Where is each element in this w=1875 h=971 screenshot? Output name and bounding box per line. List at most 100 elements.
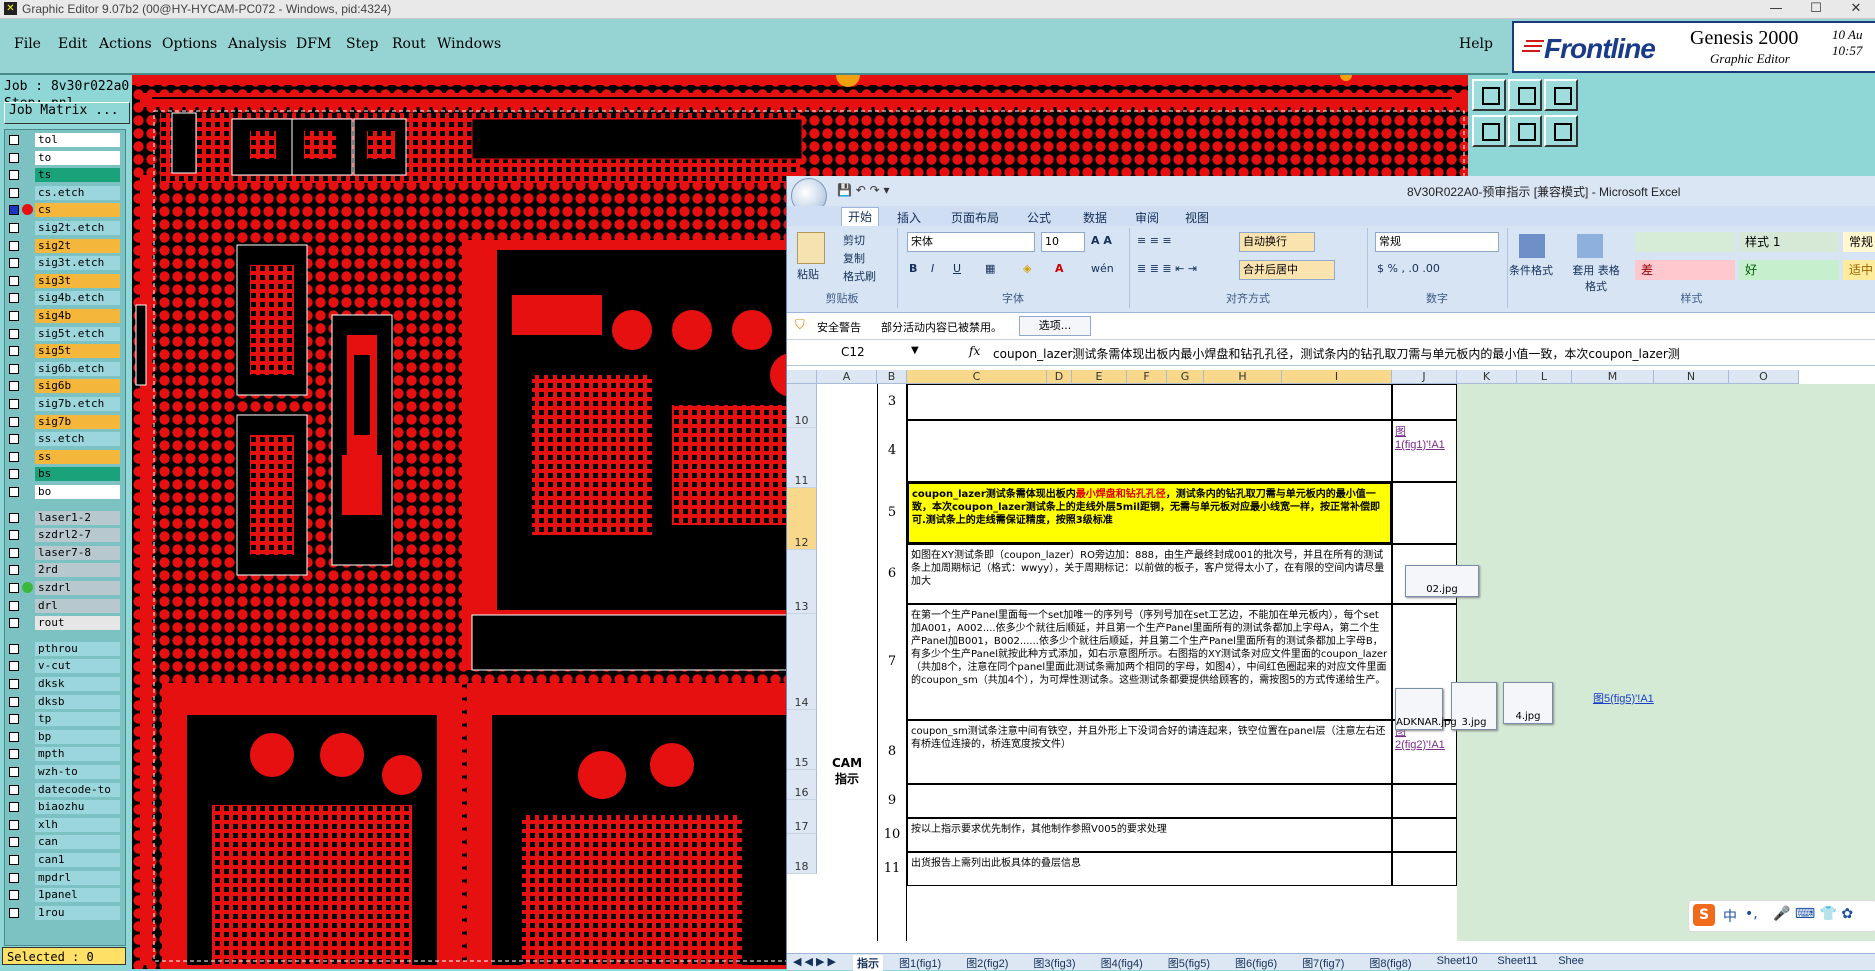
instruction-cell[interactable]: coupon_sm测试条注意中间有铁空，并且外形上下没词合好的请连起来，铁空位置… <box>907 720 1392 784</box>
menu-file[interactable]: File <box>14 36 41 52</box>
layer-label[interactable]: cs <box>35 203 120 218</box>
layer-label[interactable]: sig7b <box>35 414 120 429</box>
column-header[interactable]: K <box>1457 370 1517 384</box>
font-color-icon[interactable]: A <box>1055 262 1064 275</box>
layer-label[interactable]: can <box>35 835 120 850</box>
embedded-image[interactable]: 4.jpg <box>1503 682 1553 724</box>
layer-label[interactable]: sig2t <box>35 238 120 253</box>
row-header[interactable]: 18 <box>787 834 817 874</box>
layer-label[interactable]: dksk <box>35 677 120 691</box>
redraw-button[interactable] <box>1544 115 1578 147</box>
layer-row[interactable]: can <box>7 835 122 850</box>
layer-row[interactable]: sig4b <box>7 309 122 323</box>
row-header[interactable]: 15 <box>787 710 817 770</box>
close-button[interactable]: ✕ <box>1840 0 1872 18</box>
tab-1[interactable]: 插入 <box>897 209 921 226</box>
embedded-image[interactable]: 3.jpg <box>1451 682 1497 730</box>
tab-2[interactable]: 页面布局 <box>951 209 999 226</box>
layer-label[interactable]: tp <box>35 712 120 727</box>
row-header[interactable]: 17 <box>787 800 817 834</box>
quick-access-toolbar[interactable]: 💾 ↶ ↷ ▾ <box>837 183 890 197</box>
menu-step[interactable]: Step <box>346 36 378 52</box>
instruction-cell[interactable] <box>907 420 1392 482</box>
sheet-tab[interactable]: Shee <box>1558 955 1584 967</box>
column-header[interactable]: H <box>1204 370 1282 384</box>
layer-row[interactable]: can1 <box>7 853 122 867</box>
layer-checkbox[interactable] <box>9 819 19 830</box>
layer-checkbox[interactable] <box>9 258 19 269</box>
pan-left-button[interactable] <box>1472 115 1506 147</box>
layer-checkbox[interactable] <box>9 451 19 462</box>
name-box[interactable]: C12 <box>841 345 865 359</box>
layer-label[interactable]: sig6b <box>35 379 120 394</box>
layer-label[interactable]: ss.etch <box>35 432 120 447</box>
underline-button[interactable]: U <box>953 262 961 275</box>
layer-label[interactable]: sig4b <box>35 309 120 323</box>
instruction-cell[interactable] <box>907 384 1392 420</box>
style-neutral[interactable]: 适中 <box>1843 260 1875 280</box>
layer-row[interactable]: ss <box>7 449 122 464</box>
layer-label[interactable]: can1 <box>35 853 120 867</box>
zoom-in-button[interactable] <box>1508 79 1542 111</box>
layer-label[interactable]: biaozhu <box>35 800 120 815</box>
layer-row[interactable]: sig6b <box>7 379 122 394</box>
tab-4[interactable]: 数据 <box>1083 209 1107 226</box>
layer-checkbox[interactable] <box>9 346 19 357</box>
tab-6[interactable]: 视图 <box>1185 209 1209 226</box>
layer-row[interactable]: wzh-to <box>7 765 122 779</box>
layer-checkbox[interactable] <box>9 293 19 304</box>
layer-label[interactable]: szdrl <box>35 581 120 595</box>
layer-label[interactable]: ts <box>35 168 120 183</box>
layer-row[interactable]: sig3t <box>7 273 122 288</box>
layer-row[interactable]: datecode-to <box>7 782 122 797</box>
layer-checkbox[interactable] <box>9 583 19 593</box>
layer-checkbox[interactable] <box>9 152 19 163</box>
layer-label[interactable]: to <box>35 150 120 165</box>
layer-label[interactable]: laser7-8 <box>35 545 120 560</box>
layer-label[interactable]: sig2t.etch <box>35 221 120 235</box>
row-header[interactable]: 14 <box>787 614 817 710</box>
layer-checkbox[interactable] <box>9 749 19 760</box>
layer-label[interactable]: xlh <box>35 817 120 832</box>
layer-checkbox[interactable] <box>9 240 19 251</box>
menu-edit[interactable]: Edit <box>58 36 87 52</box>
worksheet-grid[interactable]: A B C D E F G H I J K L M N O 10 11 12 13 14 15 16 17 18 3 4 图1(fi… <box>787 370 1875 941</box>
cut-button[interactable]: 剪切 <box>843 232 865 248</box>
layer-label[interactable]: bp <box>35 729 120 744</box>
tab-3[interactable]: 公式 <box>1027 209 1051 226</box>
layer-checkbox[interactable] <box>9 802 19 813</box>
tab-0[interactable]: 开始 <box>841 207 880 227</box>
layer-row[interactable]: laser1-2 <box>7 510 122 525</box>
layer-checkbox[interactable] <box>9 381 19 392</box>
style-1[interactable]: 样式 1 <box>1739 232 1839 252</box>
layer-label[interactable]: sig5t.etch <box>35 326 120 341</box>
layer-row[interactable]: rout <box>7 616 122 631</box>
formula-input[interactable]: coupon_lazer测试条需体现出板内最小焊盘和钻孔孔径，测试条内的钻孔取刀… <box>993 345 1875 362</box>
layer-row[interactable]: v-cut <box>7 659 122 674</box>
layer-row[interactable]: pthrou <box>7 641 122 656</box>
merge-center-button[interactable]: 合并后居中 <box>1239 260 1335 280</box>
ime-punct[interactable]: •, <box>1745 906 1758 922</box>
layer-row[interactable]: sig5t <box>7 344 122 359</box>
layer-label[interactable]: sig3t <box>35 273 120 288</box>
layer-checkbox[interactable] <box>9 170 19 181</box>
style-normal[interactable]: 常规 <box>1843 232 1875 252</box>
font-size-select[interactable]: 10 <box>1041 232 1085 252</box>
column-header[interactable]: M <box>1572 370 1654 384</box>
paste-button[interactable]: 粘贴 <box>797 266 819 282</box>
layer-checkbox[interactable] <box>9 487 19 497</box>
layer-row[interactable]: to <box>7 150 122 165</box>
link-cell[interactable]: 图1(fig1)'!A1 <box>1392 420 1457 482</box>
layer-label[interactable]: sig4b.etch <box>35 291 120 306</box>
layer-label[interactable]: 1rou <box>35 905 120 920</box>
layer-checkbox[interactable] <box>9 890 19 901</box>
layer-row[interactable]: sig2t <box>7 238 122 253</box>
style-bad[interactable]: 差 <box>1635 260 1735 280</box>
layer-row[interactable]: sig2t.etch <box>7 221 122 235</box>
layer-row[interactable]: ts <box>7 168 122 183</box>
layer-checkbox[interactable] <box>9 512 19 523</box>
layer-checkbox[interactable] <box>9 363 19 374</box>
layer-row[interactable]: cs.etch <box>7 185 122 200</box>
layer-row[interactable]: bo <box>7 485 122 499</box>
layer-row[interactable]: szdrl2-7 <box>7 528 122 543</box>
